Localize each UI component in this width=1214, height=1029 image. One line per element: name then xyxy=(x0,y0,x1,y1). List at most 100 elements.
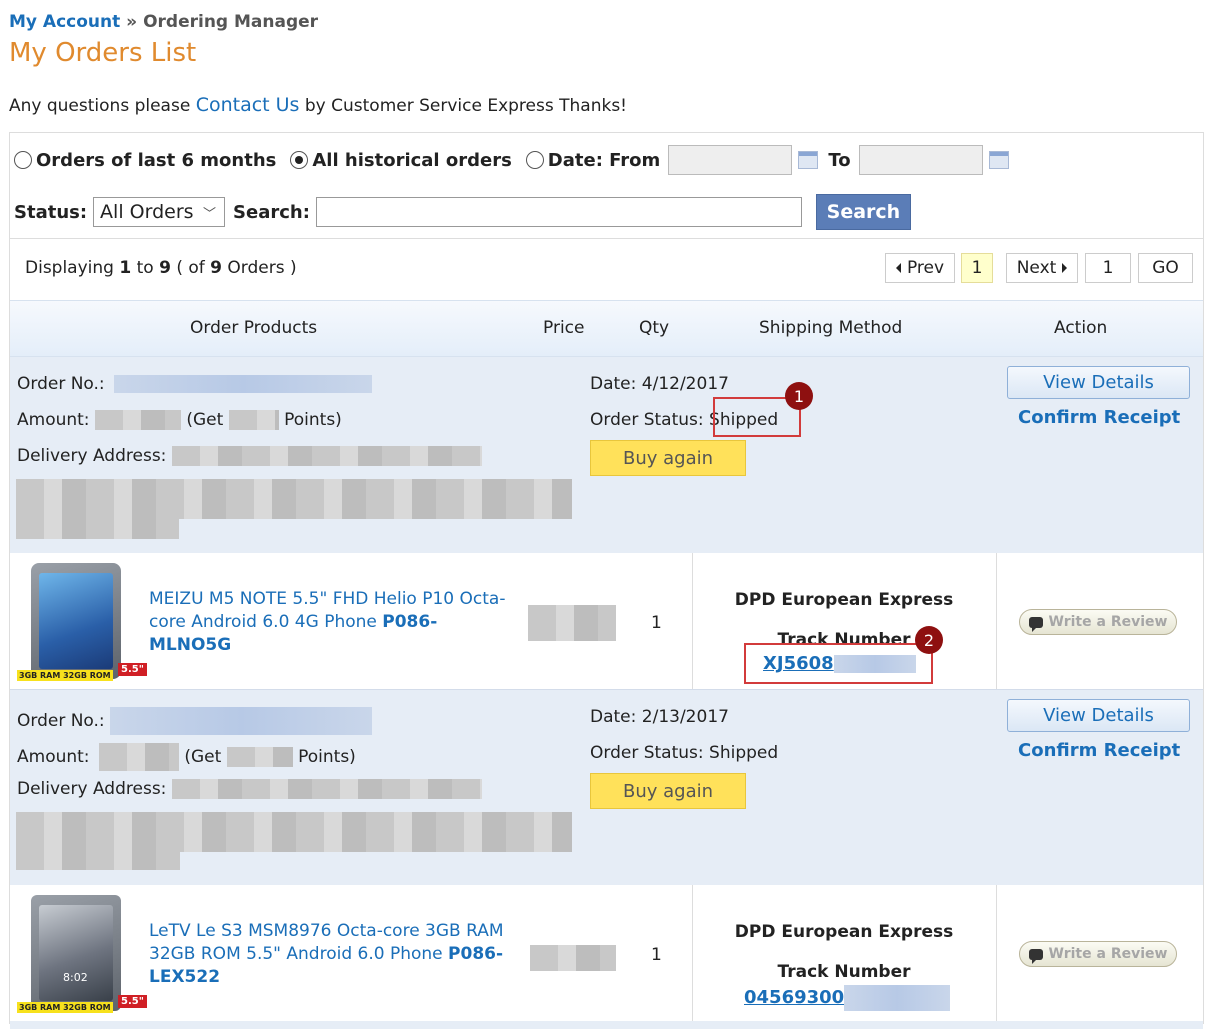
points-redacted xyxy=(228,410,279,430)
pagination-end: 9 xyxy=(159,258,171,278)
triangle-left-icon xyxy=(895,263,901,273)
address-redacted xyxy=(171,779,482,799)
next-label: Next xyxy=(1016,258,1057,278)
prev-page-button[interactable]: Prev xyxy=(885,253,955,283)
status-select[interactable]: All Orders ﹀ xyxy=(93,197,226,227)
column-shipping-method: Shipping Method xyxy=(759,318,903,338)
product-image[interactable] xyxy=(31,563,121,679)
radio-last-6-months[interactable]: Orders of last 6 months xyxy=(14,150,276,171)
delivery-label: Delivery Address: xyxy=(17,446,167,466)
date-to-input[interactable] xyxy=(858,145,983,175)
product-qty: 1 xyxy=(651,613,662,633)
product-name-link[interactable]: MEIZU M5 NOTE 5.5" FHD Helio P10 Octa-co… xyxy=(149,588,519,657)
amount-label: Amount: xyxy=(17,747,90,767)
radio-date-range[interactable]: Date: From xyxy=(525,149,661,171)
date-to-label: To xyxy=(828,149,851,171)
pagination-orders: Orders ) xyxy=(227,258,297,278)
date-label: Date: xyxy=(590,374,637,394)
radio-selected-icon[interactable] xyxy=(290,151,309,169)
order-status: Order Status: Shipped xyxy=(590,743,778,763)
breadcrumb-separator: » xyxy=(126,12,138,32)
search-input[interactable] xyxy=(315,197,802,227)
buy-again-button[interactable]: Buy again xyxy=(590,773,746,809)
radio-all-historical-label: All historical orders xyxy=(312,149,512,171)
speech-bubble-icon xyxy=(1028,948,1043,964)
points-label: Points) xyxy=(284,410,342,430)
order-summary xyxy=(10,1021,1203,1029)
status-search-filters: Status: All Orders ﹀ Search: Search xyxy=(14,194,911,230)
page-title: My Orders List xyxy=(9,38,197,68)
go-button[interactable]: GO xyxy=(1138,253,1193,283)
status-label: Order Status: xyxy=(590,410,704,430)
confirm-receipt-link[interactable]: Confirm Receipt xyxy=(1018,407,1180,428)
annotation-badge-2: 2 xyxy=(915,626,943,654)
phone-screen: 8:02 xyxy=(39,905,113,1001)
order-number-label: Order No.: xyxy=(17,374,105,394)
orders-table-header: Order Products Price Qty Shipping Method… xyxy=(10,300,1203,357)
column-divider xyxy=(692,885,693,1021)
get-points-label: (Get xyxy=(186,410,224,430)
highlight-track-number xyxy=(744,643,933,684)
delivery-address: Delivery Address: xyxy=(17,446,482,466)
order-number: Order No.: xyxy=(17,374,373,394)
calendar-icon[interactable] xyxy=(988,151,1009,169)
breadcrumb-my-account-link[interactable]: My Account xyxy=(9,12,120,32)
address-redacted xyxy=(16,812,572,852)
write-review-button[interactable]: Write a Review xyxy=(1019,609,1177,635)
delivery-address: Delivery Address: xyxy=(17,779,482,799)
view-details-button[interactable]: View Details xyxy=(1007,366,1190,399)
amount-label: Amount: xyxy=(17,410,90,430)
write-review-label: Write a Review xyxy=(1048,614,1168,630)
column-divider xyxy=(996,885,997,1021)
page-number-current[interactable]: 1 xyxy=(961,253,993,283)
order-product-row: 8:02 3GB RAM 32GB ROM 5.5" LeTV Le S3 MS… xyxy=(10,885,1203,1021)
confirm-receipt-link[interactable]: Confirm Receipt xyxy=(1018,740,1180,761)
get-points-label: (Get xyxy=(184,747,222,767)
divider xyxy=(10,238,1203,239)
amount-redacted xyxy=(98,743,179,771)
delivery-label: Delivery Address: xyxy=(17,779,167,799)
status-label: Order Status: xyxy=(590,743,704,763)
order-number-redacted xyxy=(110,707,373,735)
write-review-label: Write a Review xyxy=(1048,946,1168,962)
column-action: Action xyxy=(1054,318,1108,338)
address-redacted xyxy=(16,479,572,519)
product-name-link[interactable]: LeTV Le S3 MSM8976 Octa-core 3GB RAM 32G… xyxy=(149,920,519,989)
speech-bubble-icon xyxy=(1028,616,1043,632)
breadcrumb-current: Ordering Manager xyxy=(143,12,319,32)
buy-again-button[interactable]: Buy again xyxy=(590,440,746,476)
next-page-button[interactable]: Next xyxy=(1006,253,1078,283)
screen-size-badge: 5.5" xyxy=(118,995,147,1008)
calendar-icon[interactable] xyxy=(798,151,819,169)
page-jump-input[interactable]: 1 xyxy=(1085,253,1131,283)
write-review-button[interactable]: Write a Review xyxy=(1019,941,1177,967)
column-price: Price xyxy=(543,318,585,338)
order-date: Date: 4/12/2017 xyxy=(590,374,729,394)
order-product-row: 3GB RAM 32GB ROM 5.5" MEIZU M5 NOTE 5.5"… xyxy=(10,553,1203,689)
date-from-input[interactable] xyxy=(668,145,793,175)
annotation-badge-1: 1 xyxy=(785,382,813,410)
prev-label: Prev xyxy=(906,258,945,278)
view-details-button[interactable]: View Details xyxy=(1007,699,1190,732)
order-number-label: Order No.: xyxy=(17,711,105,731)
radio-all-historical[interactable]: All historical orders xyxy=(290,149,512,171)
help-notice: Any questions please Contact Us by Custo… xyxy=(9,94,627,116)
ram-badge: 3GB RAM 32GB ROM xyxy=(17,670,113,681)
phone-screen xyxy=(39,573,113,669)
screen-size-badge: 5.5" xyxy=(118,663,147,676)
order-number: Order No.: xyxy=(17,707,373,735)
contact-us-link[interactable]: Contact Us xyxy=(196,94,300,116)
pagination-to: to xyxy=(136,258,154,278)
product-image[interactable]: 8:02 xyxy=(31,895,121,1011)
radio-date-from-label: Date: From xyxy=(547,149,661,171)
search-button[interactable]: Search xyxy=(815,194,911,230)
radio-circle-icon[interactable] xyxy=(525,151,544,169)
status-value: Shipped xyxy=(709,743,779,763)
address-redacted xyxy=(171,446,482,466)
phone-clock: 8:02 xyxy=(63,971,88,984)
track-number-link[interactable]: 04569300 xyxy=(744,985,951,1011)
ram-badge: 3GB RAM 32GB ROM xyxy=(17,1002,113,1013)
radio-circle-icon[interactable] xyxy=(14,151,32,169)
column-divider xyxy=(692,553,693,689)
order-summary: Order No.: Amount: (Get Points) Delivery… xyxy=(10,689,1203,886)
